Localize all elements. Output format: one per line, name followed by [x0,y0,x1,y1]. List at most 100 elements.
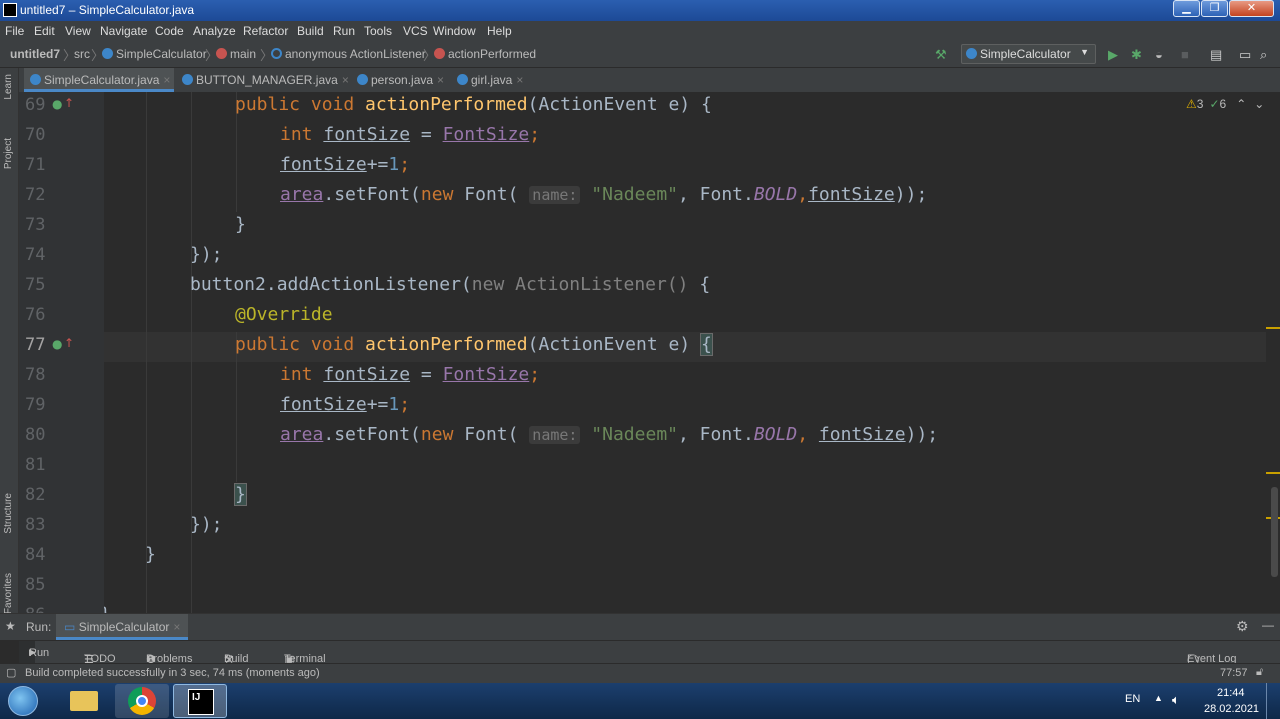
menu-analyze[interactable]: Analyze [193,24,236,38]
editor-scrollbar[interactable] [1266,92,1280,613]
taskbar-chrome[interactable] [115,684,169,718]
breadcrumb-main[interactable]: main [216,47,256,61]
warning-marker[interactable] [1266,472,1280,474]
status-message[interactable]: Build completed successfully in 3 sec, 7… [25,667,320,679]
favorites-star-icon[interactable]: ★ [5,619,16,633]
language-indicator[interactable]: EN [1125,693,1140,705]
menu-run[interactable]: Run [333,24,355,38]
line-number: 86 [25,600,65,614]
code-line-83: }); [190,514,223,535]
tab-person[interactable]: person.java × [357,68,444,92]
hide-panel-icon[interactable]: — [1262,618,1274,632]
coverage-icon[interactable]: ◒ [1155,47,1163,62]
run-panel-label: Run: [26,620,52,634]
run-configuration-dropdown[interactable]: SimpleCalculator ▼ [961,44,1096,64]
menu-edit[interactable]: Edit [34,24,55,38]
warning-marker[interactable] [1266,327,1280,329]
close-tab-icon[interactable]: × [342,73,349,87]
breadcrumb-project[interactable]: untitled7 [10,47,60,61]
code-line-73: } [235,214,246,235]
method-icon [434,48,445,59]
menu-build[interactable]: Build [297,24,324,38]
code-line-72: area.setFont(new Font( name: "Nadeem", F… [280,184,928,205]
inspection-widget[interactable]: ⚠3 ✓6 ⌃ ⌄ [1186,97,1264,111]
volume-icon[interactable]: 🔈︎ [1172,692,1180,708]
lock-icon[interactable]: 🔓︎ [1256,666,1263,679]
status-bar: ▢ Build completed successfully in 3 sec,… [0,663,1280,683]
tab-label: BUTTON_MANAGER.java [196,73,338,87]
warning-icon: ⚠ [1186,97,1197,111]
chevron-up-icon[interactable]: ⌃ [1236,97,1246,111]
stop-icon[interactable]: ■ [1181,47,1189,62]
close-tab-icon[interactable]: × [173,620,180,634]
show-desktop-button[interactable] [1266,683,1280,719]
close-tab-icon[interactable]: × [437,73,444,87]
breadcrumb-anonymous[interactable]: anonymous ActionListener [271,47,426,61]
code-line-77: public void actionPerformed(ActionEvent … [235,333,713,356]
maximize-button[interactable]: ❐ [1201,0,1228,17]
code-editor[interactable]: public void actionPerformed(ActionEvent … [104,92,1266,613]
start-button-icon[interactable] [8,686,38,716]
minimize-button[interactable]: ▁ [1173,0,1200,17]
build-hammer-icon[interactable]: ⚒ [935,47,947,63]
scrollbar-thumb[interactable] [1271,487,1278,577]
menu-view[interactable]: View [65,24,91,38]
parameter-hint: name: [529,426,581,444]
tab-simplecalculator[interactable]: SimpleCalculator.java × [24,68,175,92]
project-tool-button[interactable]: Project [3,138,14,169]
menu-refactor[interactable]: Refactor [243,24,288,38]
run-config-tab[interactable]: ▭ SimpleCalculator × [56,614,189,640]
method-icon [216,48,227,59]
override-arrow-icon[interactable]: ↑ [64,96,74,110]
class-icon [102,48,113,59]
line-number: 84 [25,545,46,565]
code-line-86: } [104,600,111,613]
check-icon: ✓ [1209,97,1220,111]
menu-file[interactable]: File [5,24,24,38]
tool-run-button[interactable]: ▶ Run [19,641,49,663]
settings-gear-icon[interactable]: ⚙ [1236,618,1249,635]
menu-navigate[interactable]: Navigate [100,24,147,38]
breadcrumb-src[interactable]: src [74,47,90,61]
close-tab-icon[interactable]: × [516,73,523,87]
taskbar-explorer[interactable] [57,684,111,718]
class-icon [182,74,193,85]
caret-position[interactable]: 77:57 [1220,667,1248,679]
debug-icon[interactable]: ✱ [1131,47,1142,63]
menu-help[interactable]: Help [487,24,512,38]
close-button[interactable]: ✕ [1229,0,1274,17]
matched-brace: } [234,483,247,506]
favorites-tool-button[interactable]: Favorites [3,573,14,614]
line-number: 71 [25,155,46,175]
menu-code[interactable]: Code [155,24,184,38]
clock-time[interactable]: 21:44 [1217,687,1245,699]
line-number: 70 [25,125,46,145]
close-tab-icon[interactable]: × [163,73,170,87]
code-line-78: int fontSize = FontSize; [280,364,541,385]
tab-girl[interactable]: girl.java × [457,68,523,92]
override-arrow-icon[interactable]: ↑ [64,336,74,350]
run-icon[interactable]: ▶ [1108,47,1118,63]
class-icon [457,74,468,85]
chevron-down-icon[interactable]: ⌄ [1254,97,1264,111]
learn-tool-button[interactable]: Learn [3,74,14,100]
tab-label: girl.java [471,73,513,87]
intellij-app-icon [3,3,17,17]
presentation-icon[interactable]: ▭ [1239,47,1251,63]
menu-tools[interactable]: Tools [364,24,392,38]
breadcrumb-class[interactable]: SimpleCalculator [102,47,207,61]
implements-method-icon[interactable]: ● [52,337,62,351]
taskbar-intellij[interactable]: IJ [173,684,227,718]
menu-vcs[interactable]: VCS [403,24,428,38]
implements-method-icon[interactable]: ● [52,97,62,111]
menu-window[interactable]: Window [433,24,476,38]
breadcrumb-method[interactable]: actionPerformed [434,47,536,61]
editor-gutter[interactable]: 69 70 71 72 73 74 75 76 77 78 79 80 81 8… [19,92,118,614]
toggle-panels-icon[interactable]: ▢ [6,666,16,679]
structure-tool-button[interactable]: Structure [3,493,14,534]
clock-date[interactable]: 28.02.2021 [1204,703,1259,715]
tab-button-manager[interactable]: BUTTON_MANAGER.java × [182,68,349,92]
project-structure-icon[interactable]: ▤ [1210,47,1222,63]
tray-expand-icon[interactable]: ▲ [1154,693,1163,703]
search-icon[interactable]: ⌕ [1260,47,1267,63]
